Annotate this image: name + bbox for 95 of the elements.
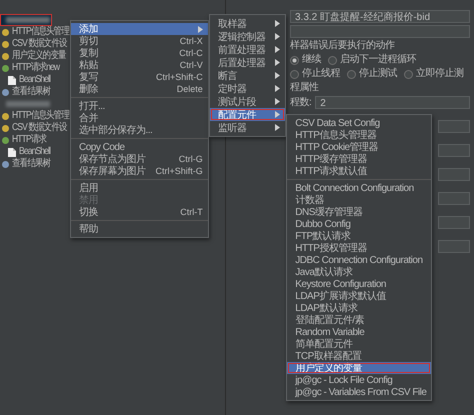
dot-icon: [2, 52, 9, 60]
menu-item[interactable]: 定时器: [210, 82, 286, 95]
section-label: 样器错误后要执行的动作: [290, 40, 396, 52]
menu-item[interactable]: Random Variable: [287, 326, 432, 338]
dot-icon: [2, 124, 9, 132]
menu-item[interactable]: 启用: [71, 182, 208, 194]
tree-label: 用户定义的变量: [12, 50, 66, 62]
radio-label: 立即停止测: [416, 68, 464, 80]
radio-label: 停止测试: [359, 68, 397, 80]
menu-item[interactable]: 简单配置元件: [287, 338, 432, 350]
dot-icon: [2, 112, 9, 120]
radio-button[interactable]: [347, 70, 356, 78]
input-field[interactable]: [438, 216, 470, 229]
dot-icon: [2, 64, 9, 72]
menu-item[interactable]: FTP默认请求: [287, 230, 432, 242]
radio-button[interactable]: [328, 56, 337, 64]
tree-item[interactable]: BeanShell: [0, 74, 56, 86]
tree-item[interactable]: 查看结果树: [0, 158, 57, 170]
menu-item[interactable]: CSV Data Set Config: [287, 117, 432, 129]
section-label: 程属性: [290, 82, 320, 94]
menu-item[interactable]: 切换 Ctrl-T: [71, 206, 208, 218]
tree-label: CSV 数据文件设: [12, 122, 67, 134]
threads-field[interactable]: 2: [315, 96, 470, 109]
menu-item[interactable]: 测试片段: [210, 95, 286, 108]
menu-item[interactable]: Copy Code: [71, 141, 208, 153]
menu-item[interactable]: HTTP信息头管理器: [287, 129, 432, 141]
menu-item[interactable]: 添加: [71, 23, 208, 35]
menu-item[interactable]: 取样器: [210, 17, 286, 30]
menu-item[interactable]: Java默认请求: [287, 266, 432, 278]
radio-button[interactable]: [290, 56, 299, 64]
menu-item[interactable]: LDAP默认请求: [287, 302, 432, 314]
menu-item[interactable]: HTTP请求默认值: [287, 165, 432, 177]
input-field[interactable]: [438, 240, 470, 253]
menu-item[interactable]: 前置处理器: [210, 43, 286, 56]
menu-item[interactable]: TCP取样器配置: [287, 350, 432, 362]
comment-field[interactable]: [290, 25, 470, 38]
menu-item[interactable]: 后置处理器: [210, 56, 286, 69]
menu-item[interactable]: 断言: [210, 69, 286, 82]
menu-item[interactable]: 配置元件: [210, 108, 286, 121]
radio-label: 启动下一进程循环: [340, 54, 416, 66]
menu-item[interactable]: 粘贴 Ctrl-V: [71, 59, 208, 71]
menu-item[interactable]: 复写 Ctrl+Shift-C: [71, 71, 208, 83]
menu-item[interactable]: Keystore Configuration: [287, 278, 432, 290]
menu-item[interactable]: 打开...: [71, 100, 208, 112]
menu-item[interactable]: 逻辑控制器: [210, 30, 286, 43]
field-label: 程数:: [290, 96, 312, 108]
menu-item[interactable]: 删除 Delete: [71, 83, 208, 95]
document-icon: [8, 148, 16, 156]
tree-label: 查看结果树: [12, 158, 50, 170]
name-field[interactable]: 3.3.2 盯盘提醒-经纪商报价-bid: [290, 10, 470, 23]
tree-item[interactable]: HTTP请求new: [0, 62, 68, 74]
menu-item[interactable]: jp@gc - Variables From CSV File: [287, 386, 432, 398]
tree-label: BeanShell: [19, 74, 50, 86]
radio-label: 停止线程: [302, 68, 340, 80]
menu-item[interactable]: LDAP扩展请求默认值: [287, 290, 432, 302]
tree-label: HTTP请求: [12, 134, 46, 146]
tree-label: HTTP信息头管理: [12, 26, 70, 38]
menu-item[interactable]: 计数器: [287, 194, 432, 206]
menu-item[interactable]: HTTP授权管理器: [287, 242, 432, 254]
dot-icon: [2, 136, 9, 144]
menu-item[interactable]: jp@gc - Lock File Config: [287, 374, 432, 386]
input-field[interactable]: [438, 144, 470, 157]
menu-item[interactable]: 保存节点为图片 Ctrl-G: [71, 153, 208, 165]
input-field[interactable]: [438, 120, 470, 133]
menu-item[interactable]: Bolt Connection Configuration: [287, 182, 432, 194]
input-field[interactable]: [438, 192, 470, 205]
radio-button[interactable]: [404, 70, 413, 78]
menu-item[interactable]: HTTP Cookie管理器: [287, 141, 432, 153]
radio-label: 继续: [302, 54, 321, 66]
tree-item[interactable]: HTTP请求: [0, 134, 52, 146]
dot-icon: [2, 28, 9, 36]
tree-label: CSV 数据文件设: [12, 38, 67, 50]
menu-item[interactable]: 帮助: [71, 223, 208, 235]
dot-icon: [2, 40, 9, 48]
tree-item[interactable]: BeanShell: [0, 146, 56, 158]
tree-label: HTTP信息头管理: [12, 110, 70, 122]
menu-item[interactable]: JDBC Connection Configuration: [287, 254, 432, 266]
tree-label: HTTP请求new: [12, 62, 60, 74]
menu-item[interactable]: 登陆配置元件/素: [287, 314, 432, 326]
document-icon: [8, 76, 16, 84]
menu-item[interactable]: DNS缓存管理器: [287, 206, 432, 218]
menu-item[interactable]: 监听器: [210, 121, 286, 134]
dot-icon: [2, 88, 9, 96]
tree-item[interactable]: 查看结果树: [0, 86, 57, 98]
dot-icon: [2, 160, 9, 168]
menu-item[interactable]: Dubbo Config: [287, 218, 432, 230]
input-field[interactable]: [438, 168, 470, 181]
radio-button[interactable]: [290, 70, 299, 78]
redacted-bar: [6, 101, 50, 107]
redacted-bar: [6, 17, 50, 23]
menu-item[interactable]: HTTP缓存管理器: [287, 153, 432, 165]
tree-item[interactable]: [0, 14, 52, 26]
menu-item[interactable]: 保存屏幕为图片 Ctrl+Shift-G: [71, 165, 208, 177]
tree-label: BeanShell: [19, 146, 50, 158]
tree-label: 查看结果树: [12, 86, 50, 98]
